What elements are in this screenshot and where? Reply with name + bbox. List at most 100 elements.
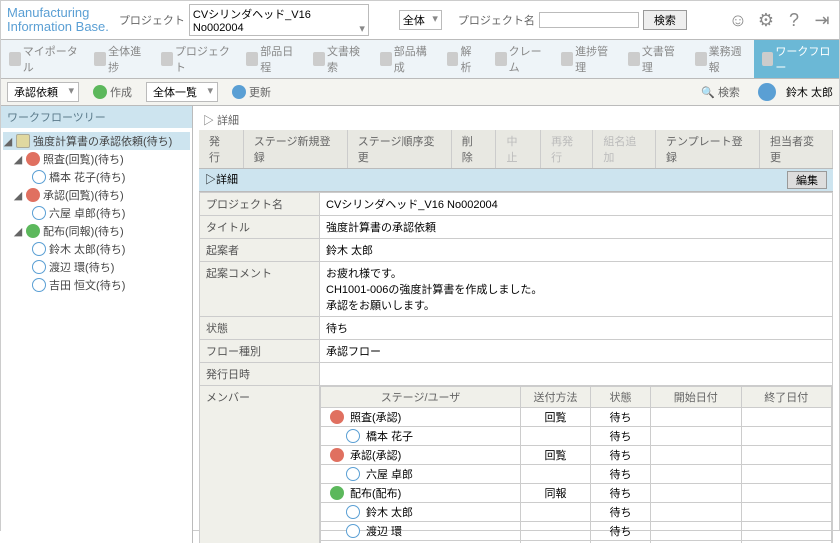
col-header: ステージ/ユーザ <box>321 387 521 408</box>
member-method <box>521 503 591 522</box>
avatar-icon[interactable] <box>758 83 776 101</box>
tree-node[interactable]: ◢承認(回覧)(待ち) <box>13 186 190 204</box>
member-name: 六屋 卓郎 <box>366 466 413 482</box>
col-header: 送付方法 <box>521 387 591 408</box>
nav-icon <box>9 52 21 66</box>
nav-4[interactable]: 文書検索 <box>305 40 372 78</box>
nav-icon <box>246 52 258 66</box>
search-link[interactable]: 🔍 検索 <box>693 83 748 101</box>
user-icon <box>32 242 46 256</box>
nav-0[interactable]: マイポータル <box>1 40 86 78</box>
nav-icon <box>495 52 507 66</box>
nav-8[interactable]: 進捗管理 <box>553 40 620 78</box>
member-row: 承認(承認)回覧待ち <box>321 446 832 465</box>
field-value: 承認フロー <box>320 340 833 363</box>
tree-node[interactable]: ◢配布(同報)(待ち) <box>13 222 190 240</box>
nav-1[interactable]: 全体進捗 <box>86 40 153 78</box>
filter2-select[interactable]: 全体一覧 <box>146 82 218 102</box>
nav-10[interactable]: 業務週報 <box>687 40 754 78</box>
action-tab[interactable]: ステージ新規登録 <box>244 130 348 168</box>
tree-user[interactable]: 橋本 花子(待ち) <box>29 168 190 186</box>
proj-name-input[interactable] <box>539 12 639 28</box>
member-name: 配布(配布) <box>350 485 401 501</box>
nav-icon <box>695 52 707 66</box>
filter1-select[interactable]: 承認依頼 <box>7 82 79 102</box>
member-icon <box>330 448 344 462</box>
member-method <box>521 522 591 541</box>
action-tab: 中 止 <box>496 130 541 168</box>
action-tab[interactable]: ステージ順序変更 <box>348 130 452 168</box>
action-tab[interactable]: 発 行 <box>199 130 244 168</box>
doc-icon <box>16 134 30 148</box>
col-header: 状態 <box>591 387 651 408</box>
nav-5[interactable]: 部品構成 <box>372 40 439 78</box>
field-label: 状態 <box>200 317 320 340</box>
field-value: 強度計算書の承認依頼 <box>320 216 833 239</box>
content-area: ▷ 詳細 発 行ステージ新規登録ステージ順序変更削 除中 止再発行組名追加テンプ… <box>193 106 839 543</box>
nav-icon <box>313 52 325 66</box>
nav-icon <box>447 52 459 66</box>
member-status: 待ち <box>591 503 651 522</box>
logout-icon[interactable]: ⇥ <box>811 9 833 31</box>
member-method: 回覧 <box>521 446 591 465</box>
member-row: 鈴木 太郎待ち <box>321 503 832 522</box>
member-icon <box>346 505 360 519</box>
nav-11[interactable]: ワークフロー <box>754 40 839 78</box>
action-tab[interactable]: テンプレート登録 <box>656 130 760 168</box>
col-header: 終了日付 <box>741 387 832 408</box>
member-status: 待ち <box>591 522 651 541</box>
member-icon <box>330 486 344 500</box>
edit-button[interactable]: 編集 <box>787 171 827 189</box>
tree-user[interactable]: 吉田 恒文(待ち) <box>29 276 190 294</box>
member-status: 待ち <box>591 484 651 503</box>
gear-icon[interactable]: ⚙ <box>755 9 777 31</box>
field-label: プロジェクト名 <box>200 193 320 216</box>
breadcrumb: ▷ 詳細 <box>199 110 833 130</box>
detail-title: ▷詳細 <box>205 171 238 189</box>
member-method: 回覧 <box>521 408 591 427</box>
field-value: CVシリンダヘッド_V16 No002004 <box>320 193 833 216</box>
field-label: 起案コメント <box>200 262 320 317</box>
nav-9[interactable]: 文書管理 <box>620 40 687 78</box>
nav-7[interactable]: クレーム <box>487 40 553 78</box>
tree-node[interactable]: ◢照査(回覧)(待ち) <box>13 150 190 168</box>
field-label: メンバー <box>200 386 320 543</box>
tree-user[interactable]: 渡辺 環(待ち) <box>29 258 190 276</box>
logo: Manufacturing Information Base. <box>7 6 109 35</box>
tree-user[interactable]: 鈴木 太郎(待ち) <box>29 240 190 258</box>
member-row: 配布(配布)同報待ち <box>321 484 832 503</box>
search-button[interactable]: 検索 <box>643 10 687 30</box>
nav-icon <box>94 52 106 66</box>
action-tab: 再発行 <box>541 130 593 168</box>
nav-2[interactable]: プロジェクト <box>153 40 238 78</box>
workflow-tree: ワークフローツリー ◢強度計算書の承認依頼(待ち) ◢照査(回覧)(待ち) 橋本… <box>1 106 193 543</box>
field-value <box>320 363 833 386</box>
nav-6[interactable]: 解析 <box>439 40 487 78</box>
refresh-button[interactable]: 更新 <box>224 83 279 101</box>
member-name: 承認(承認) <box>350 447 401 463</box>
member-name: 渡辺 環 <box>366 523 402 539</box>
action-tab[interactable]: 削 除 <box>452 130 497 168</box>
main-toolbar: マイポータル全体進捗プロジェクト部品日程文書検索部品構成解析クレーム進捗管理文書… <box>1 40 839 79</box>
user-icon[interactable]: ☺ <box>727 9 749 31</box>
tree-user[interactable]: 六屋 卓郎(待ち) <box>29 204 190 222</box>
field-value: 鈴木 太郎 <box>320 239 833 262</box>
project-select[interactable]: CVシリンダヘッド_V16 No002004 <box>189 4 369 36</box>
member-status: 待ち <box>591 427 651 446</box>
field-value: 待ち <box>320 317 833 340</box>
create-button[interactable]: 作成 <box>85 83 140 101</box>
stage-icon <box>26 152 40 166</box>
nav-icon <box>762 52 774 66</box>
plus-icon <box>93 85 107 99</box>
tree-header: ワークフローツリー <box>1 106 192 128</box>
proj-name-label: プロジェクト名 <box>458 12 535 28</box>
nav-3[interactable]: 部品日程 <box>238 40 305 78</box>
help-icon[interactable]: ? <box>783 9 805 31</box>
member-method <box>521 465 591 484</box>
user-icon <box>32 170 46 184</box>
scope-select[interactable]: 全体 <box>399 10 442 30</box>
tree-root[interactable]: ◢強度計算書の承認依頼(待ち) <box>3 132 190 150</box>
member-icon <box>346 429 360 443</box>
action-tab[interactable]: 担当者変更 <box>760 130 833 168</box>
detail-header: ▷詳細 編集 <box>199 169 833 192</box>
